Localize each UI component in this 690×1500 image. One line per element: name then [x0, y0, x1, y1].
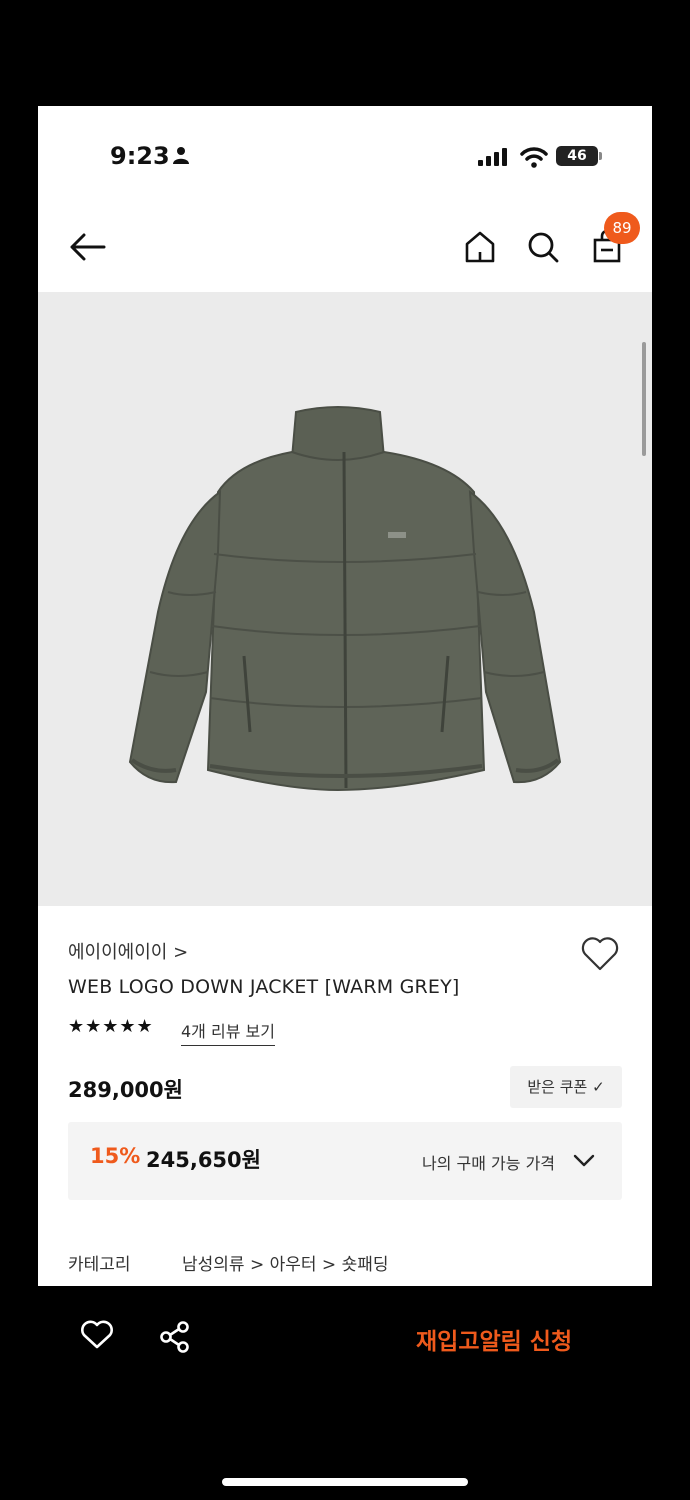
chevron-down-icon [573, 1154, 595, 1167]
cart-count-badge: 89 [604, 212, 640, 244]
status-time: 9:23 [110, 142, 170, 170]
product-image[interactable] [38, 292, 652, 906]
my-price-label: 나의 구매 가능 가격 [422, 1154, 556, 1173]
top-nav [38, 206, 652, 292]
battery-indicator: 46 [556, 146, 598, 166]
heart-icon[interactable] [580, 936, 620, 972]
share-icon[interactable] [158, 1320, 192, 1354]
cellular-signal-icon [478, 148, 507, 166]
review-link[interactable]: 4개 리뷰 보기 [181, 1018, 275, 1046]
discount-rate: 15% [90, 1144, 141, 1168]
app-screen: 9:23 46 89 에이이에이이 > WEB LOGO DOWN JACKET… [38, 106, 652, 1286]
rating-stars: ★★★★★ [68, 1016, 154, 1037]
restock-alert-button[interactable]: 재입고알림 신청 [416, 1322, 572, 1356]
back-arrow-icon[interactable] [68, 232, 106, 262]
discount-price: 245,650원 [146, 1148, 261, 1172]
brand-link[interactable]: 에이이에이이 > [68, 938, 188, 964]
heart-icon[interactable] [80, 1320, 114, 1350]
home-indicator [222, 1478, 468, 1486]
image-scrollbar[interactable] [642, 342, 646, 456]
person-icon [173, 147, 189, 164]
status-bar: 9:23 46 [38, 106, 652, 206]
received-coupon-button[interactable]: 받은 쿠폰 ✓ [510, 1066, 622, 1108]
home-icon[interactable] [464, 230, 496, 264]
search-icon[interactable] [526, 230, 560, 264]
original-price: 289,000원 [68, 1078, 183, 1102]
bottom-action-bar: 재입고알림 신청 [0, 1290, 690, 1390]
product-title: WEB LOGO DOWN JACKET [WARM GREY] [68, 976, 460, 998]
my-price-dropdown[interactable]: 15% 245,650원 나의 구매 가능 가격 [68, 1122, 622, 1200]
category-breadcrumb[interactable]: 남성의류 > 아우터 > 숏패딩 [182, 1250, 389, 1275]
battery-nub [599, 152, 602, 160]
category-label: 카테고리 [68, 1255, 131, 1275]
wifi-icon [520, 147, 548, 168]
down-jacket-image [128, 406, 562, 792]
